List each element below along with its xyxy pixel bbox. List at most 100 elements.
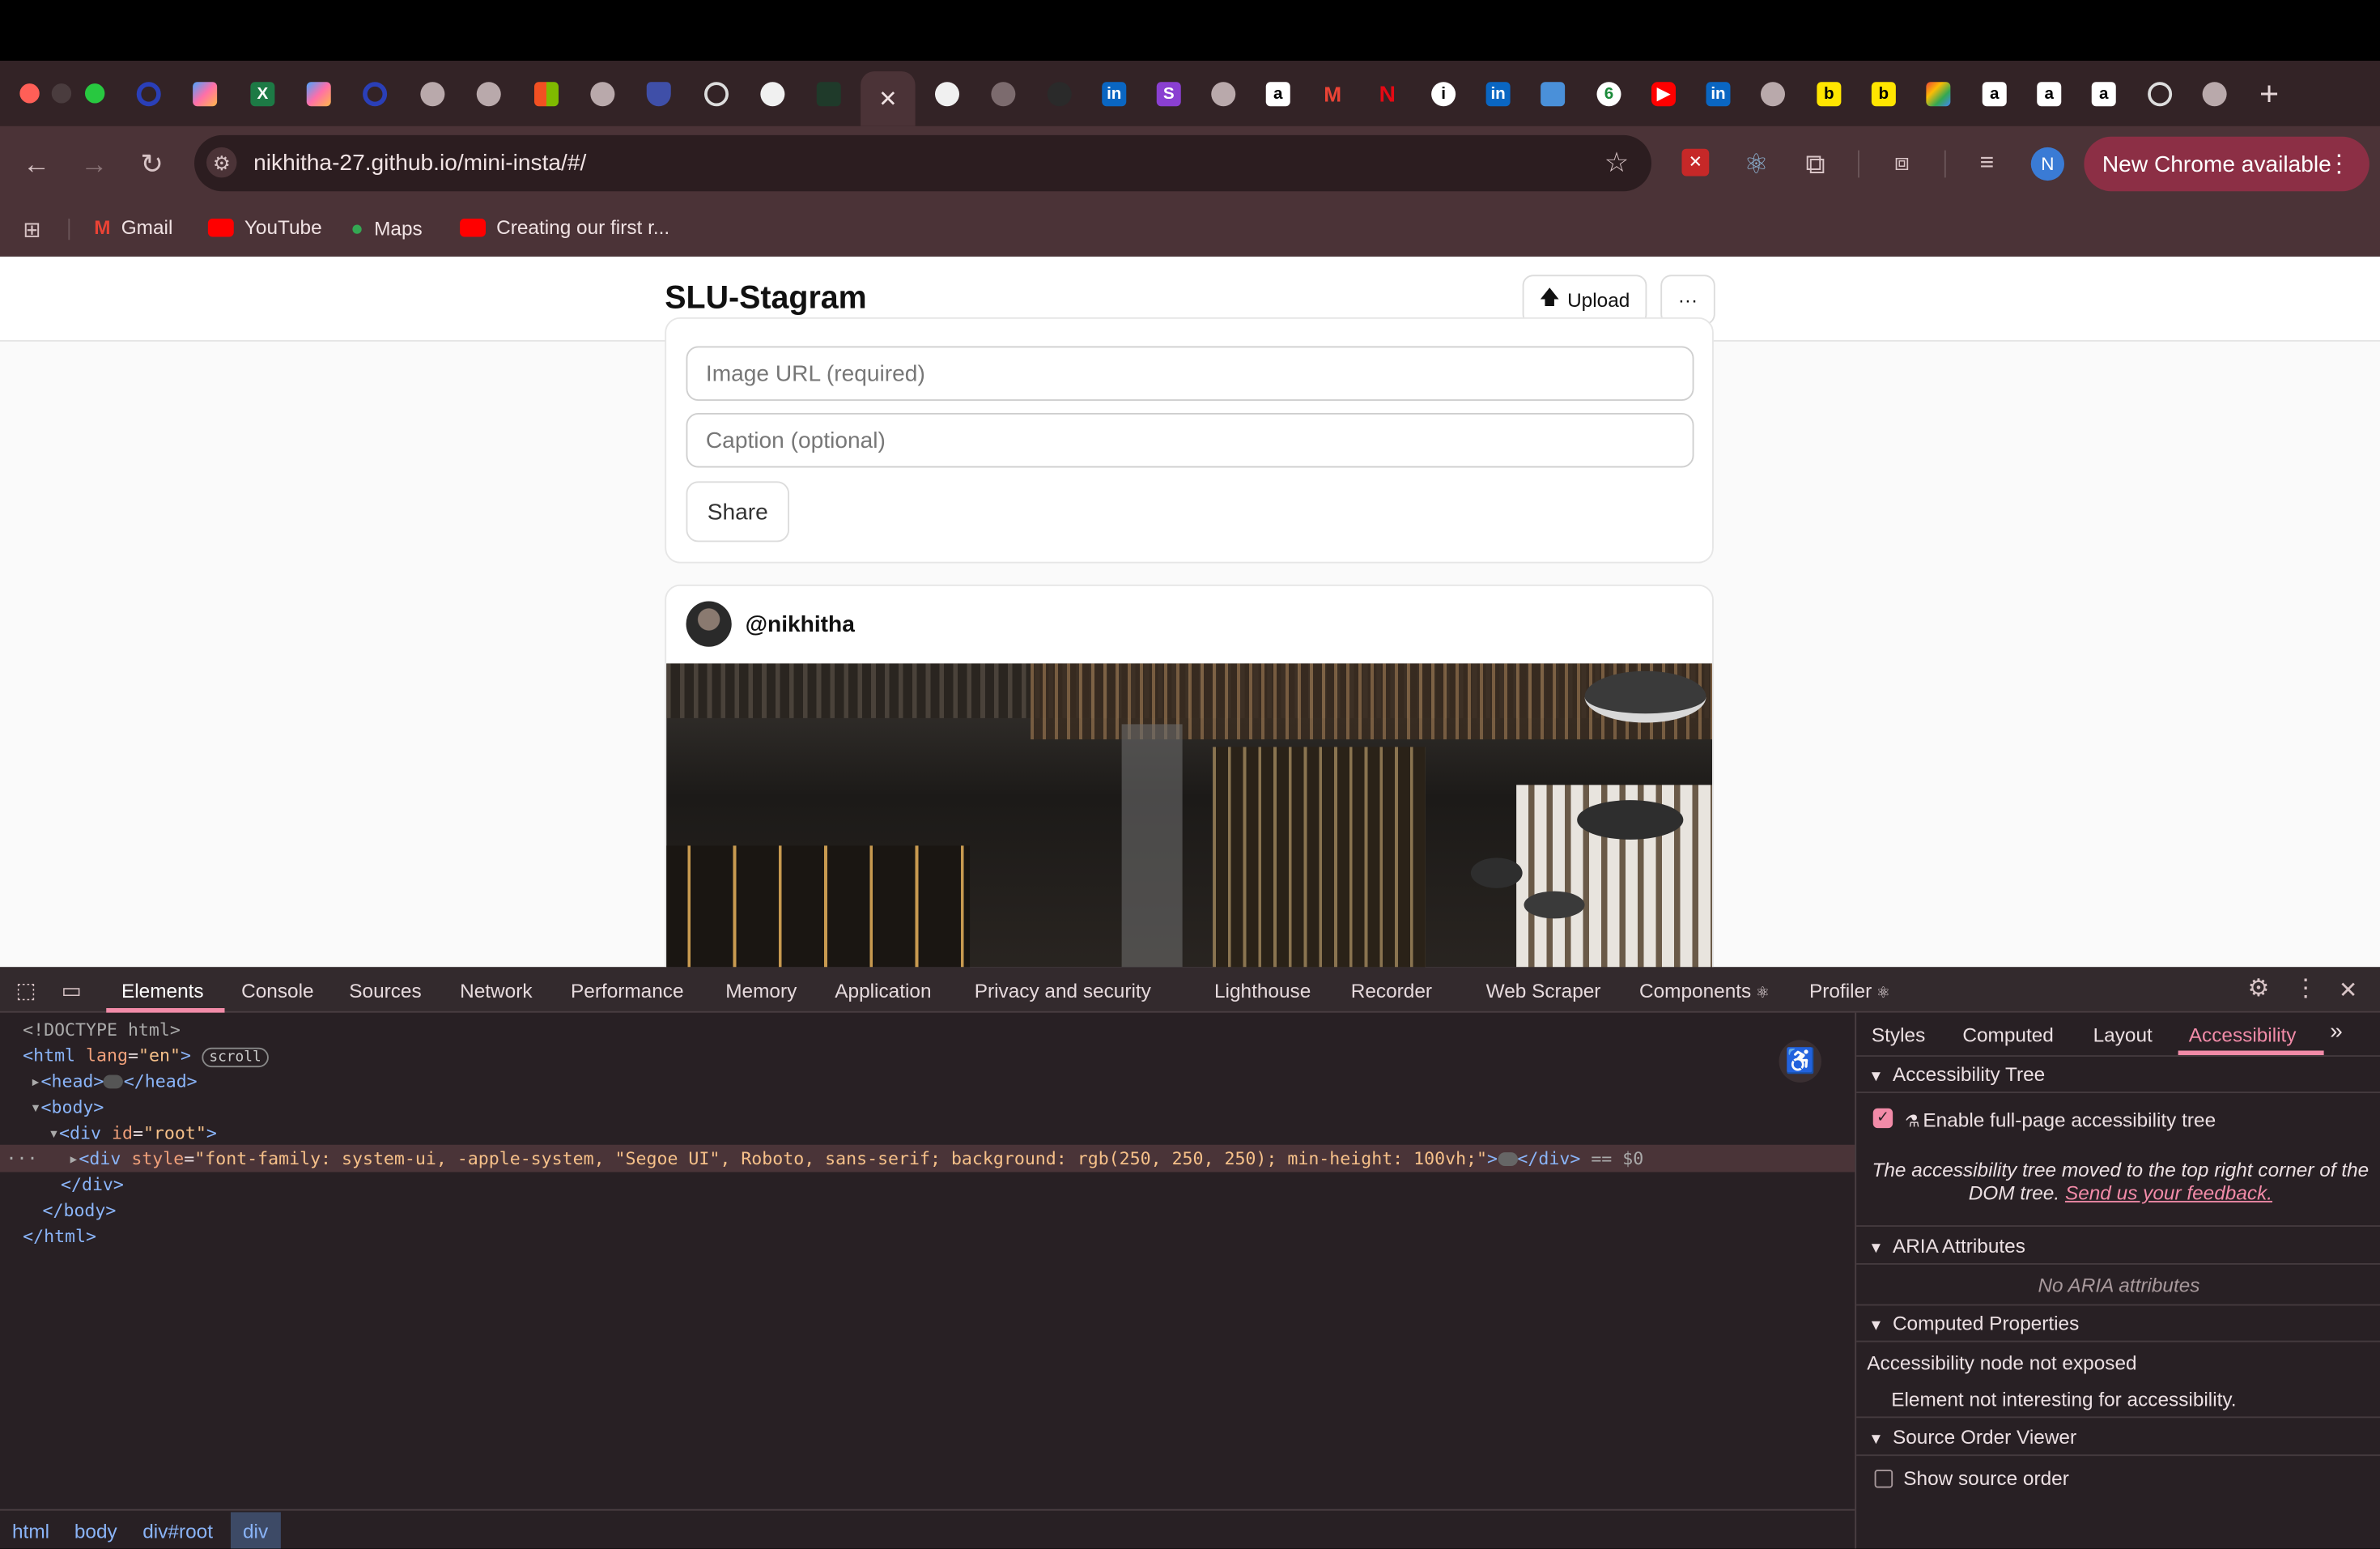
section-aria-attributes[interactable]: ▼ ARIA Attributes — [1868, 1234, 2025, 1257]
code-html-close[interactable]: </html> — [23, 1225, 96, 1246]
bookmark-star-icon[interactable]: ☆ — [1601, 147, 1632, 178]
tab-2[interactable] — [177, 71, 232, 117]
code-selected-div-line[interactable]: ▸<div style="font-family: system-ui, -ap… — [68, 1148, 1643, 1169]
close-devtools-icon[interactable]: ✕ — [2335, 977, 2362, 1004]
enable-tree-label[interactable]: ⚗ Enable full-page accessibility tree — [1905, 1109, 2216, 1131]
devtools-menu-icon[interactable]: ⋮ — [2292, 977, 2319, 1004]
extension-react-icon[interactable]: ⚛ — [1741, 149, 1772, 180]
tab-18[interactable]: in — [1087, 71, 1142, 117]
tab-lighthouse[interactable]: Lighthouse — [1214, 979, 1311, 1002]
tab-23[interactable]: N — [1360, 71, 1415, 117]
caption-input[interactable]: Caption (optional) — [686, 413, 1694, 468]
profile-avatar[interactable]: N — [2030, 147, 2064, 181]
new-tab-button[interactable]: + — [2242, 71, 2297, 117]
inspect-element-icon[interactable]: ⬚ — [12, 977, 40, 1004]
bookmark-creating[interactable]: Creating our first r... — [460, 215, 669, 238]
tab-32[interactable]: b — [1856, 71, 1911, 117]
tab-9[interactable] — [576, 71, 631, 117]
tab-34[interactable]: a — [1967, 71, 2022, 117]
ellipsis-badge[interactable] — [104, 1075, 124, 1089]
accessibility-tree-toggle-icon[interactable]: ♿ — [1779, 1040, 1821, 1083]
post-image[interactable] — [666, 663, 1712, 968]
code-root-close[interactable]: </div> — [61, 1173, 124, 1194]
side-tab-accessibility[interactable]: Accessibility — [2189, 1023, 2297, 1046]
tab-5[interactable] — [347, 71, 402, 117]
tab-6[interactable] — [406, 71, 461, 117]
new-chrome-button[interactable]: New Chrome available ⋮ — [2084, 136, 2369, 192]
tab-13[interactable] — [801, 71, 856, 117]
tab-19[interactable]: S — [1141, 71, 1196, 117]
app-title[interactable]: SLU-Stagram — [665, 281, 866, 317]
tab-38[interactable] — [2187, 71, 2242, 117]
side-tab-styles[interactable]: Styles — [1872, 1023, 1925, 1046]
tab-sources[interactable]: Sources — [349, 979, 421, 1002]
tab-11[interactable] — [689, 71, 744, 117]
tab-30[interactable] — [1745, 71, 1800, 117]
tab-21[interactable]: a — [1251, 71, 1306, 117]
tab-29[interactable]: in — [1691, 71, 1746, 117]
tab-25[interactable]: in — [1471, 71, 1526, 117]
breadcrumb-div[interactable]: div — [243, 1520, 268, 1543]
tab-4[interactable] — [291, 71, 346, 117]
tab-10[interactable] — [631, 71, 686, 117]
device-toolbar-icon[interactable]: ▭ — [57, 977, 85, 1004]
apps-grid-icon[interactable]: ⊞ — [19, 215, 46, 243]
media-controls-icon[interactable]: ≡ — [1972, 149, 2003, 180]
settings-gear-icon[interactable]: ⚙ — [2245, 977, 2272, 1004]
tab-active[interactable]: ✕ — [861, 71, 916, 126]
code-doctype[interactable]: <!DOCTYPE html> — [23, 1019, 181, 1040]
breadcrumb-body[interactable]: body — [74, 1520, 117, 1543]
close-window-icon[interactable] — [19, 83, 40, 104]
side-tab-layout[interactable]: Layout — [2093, 1023, 2153, 1046]
expand-triangle-icon[interactable]: ▸ — [68, 1148, 79, 1169]
tab-28[interactable]: ▶ — [1636, 71, 1691, 117]
back-icon[interactable]: ← — [21, 149, 52, 180]
tab-elements[interactable]: Elements — [121, 979, 204, 1002]
code-head-line[interactable]: ▸<head> </head> — [31, 1070, 198, 1092]
tab-31[interactable]: b — [1802, 71, 1857, 117]
tab-17[interactable] — [1032, 71, 1087, 117]
code-root-line[interactable]: ▾<div id="root"> — [49, 1122, 217, 1143]
show-source-order-checkbox[interactable] — [1874, 1470, 1893, 1488]
tab-recorder[interactable]: Recorder — [1351, 979, 1432, 1002]
node-actions-icon[interactable]: ··· — [6, 1148, 38, 1169]
tab-35[interactable]: a — [2022, 71, 2077, 117]
tab-3[interactable]: X — [236, 71, 291, 117]
maximize-window-icon[interactable] — [85, 83, 105, 104]
section-computed-properties[interactable]: ▼ Computed Properties — [1868, 1312, 2079, 1334]
extensions-puzzle-icon[interactable]: ⧉ — [1800, 149, 1831, 180]
code-html-line[interactable]: <html lang="en"> scroll — [23, 1045, 270, 1068]
section-source-order[interactable]: ▼ Source Order Viewer — [1868, 1426, 2076, 1449]
tab-12[interactable] — [746, 71, 801, 117]
tab-privacy-security[interactable]: Privacy and security — [975, 979, 1151, 1002]
tab-memory[interactable]: Memory — [725, 979, 797, 1002]
avatar[interactable] — [686, 601, 732, 647]
collapse-triangle-icon[interactable]: ▾ — [31, 1096, 41, 1117]
tab-20[interactable] — [1196, 71, 1252, 117]
tab-15[interactable] — [920, 71, 975, 117]
extension-red-icon[interactable]: ✕ — [1681, 148, 1710, 177]
tab-7[interactable] — [461, 71, 516, 117]
show-source-order-label[interactable]: Show source order — [1903, 1466, 2069, 1489]
expand-triangle-icon[interactable]: ▸ — [31, 1070, 41, 1092]
site-settings-icon[interactable]: ⚙ — [206, 147, 237, 178]
tab-search-icon[interactable]: ⧈ — [1887, 149, 1918, 180]
tab-8[interactable] — [519, 71, 574, 117]
tab-network[interactable]: Network — [460, 979, 532, 1002]
tab-26[interactable] — [1525, 71, 1580, 117]
code-body-close[interactable]: </body> — [43, 1199, 117, 1220]
breadcrumb-root[interactable]: div#root — [142, 1520, 213, 1543]
bookmark-maps[interactable]: ● Maps — [351, 215, 423, 240]
reload-icon[interactable]: ↻ — [137, 149, 168, 180]
tab-components[interactable]: Components ⚛ — [1639, 979, 1770, 1002]
code-body-line[interactable]: ▾<body> — [31, 1096, 104, 1117]
tab-profiler[interactable]: Profiler ⚛ — [1809, 979, 1890, 1002]
tab-33[interactable] — [1911, 71, 1966, 117]
url-text[interactable]: nikhitha-27.github.io/mini-insta/#/ — [253, 151, 586, 177]
section-accessibility-tree[interactable]: ▼ Accessibility Tree — [1868, 1063, 2045, 1086]
enable-tree-checkbox[interactable]: ✓ — [1872, 1108, 1893, 1129]
minimize-window-icon[interactable] — [51, 83, 72, 104]
side-tab-computed[interactable]: Computed — [1962, 1023, 2053, 1046]
tab-36[interactable]: a — [2076, 71, 2131, 117]
image-url-input[interactable]: Image URL (required) — [686, 346, 1694, 401]
